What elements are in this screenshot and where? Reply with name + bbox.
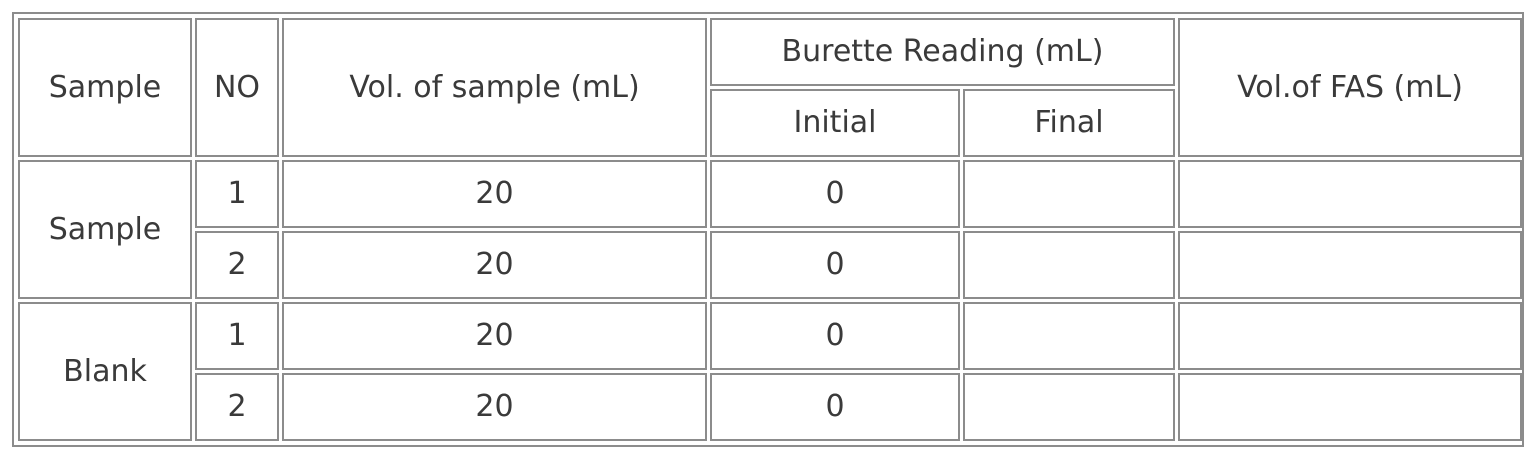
cell-final <box>963 231 1175 299</box>
table-row: 2 20 0 <box>18 231 1522 299</box>
header-row-top: Sample NO Vol. of sample (mL) Burette Re… <box>18 18 1522 157</box>
header-initial: Initial <box>710 89 960 157</box>
cell-initial: 0 <box>710 160 960 228</box>
cell-no: 2 <box>195 373 279 441</box>
cell-vol-fas <box>1178 160 1522 228</box>
cell-initial: 0 <box>710 302 960 370</box>
cell-vol-fas <box>1178 231 1522 299</box>
cell-no: 1 <box>195 302 279 370</box>
titration-table: Sample NO Vol. of sample (mL) Burette Re… <box>15 15 1525 444</box>
cell-vol-sample: 20 <box>282 231 707 299</box>
data-table-container: Sample NO Vol. of sample (mL) Burette Re… <box>12 12 1524 447</box>
header-final: Final <box>963 89 1175 157</box>
cell-vol-fas <box>1178 373 1522 441</box>
cell-vol-sample: 20 <box>282 160 707 228</box>
header-vol-fas: Vol.of FAS (mL) <box>1178 18 1522 157</box>
cell-vol-sample: 20 <box>282 302 707 370</box>
header-no: NO <box>195 18 279 157</box>
cell-initial: 0 <box>710 231 960 299</box>
header-burette-reading: Burette Reading (mL) <box>710 18 1175 86</box>
cell-vol-fas <box>1178 302 1522 370</box>
cell-vol-sample: 20 <box>282 373 707 441</box>
cell-final <box>963 302 1175 370</box>
cell-initial: 0 <box>710 373 960 441</box>
table-row: 2 20 0 <box>18 373 1522 441</box>
cell-no: 2 <box>195 231 279 299</box>
group-label-blank: Blank <box>18 302 192 441</box>
cell-final <box>963 373 1175 441</box>
header-sample: Sample <box>18 18 192 157</box>
header-vol-sample: Vol. of sample (mL) <box>282 18 707 157</box>
table-row: Blank 1 20 0 <box>18 302 1522 441</box>
table-row: Sample 1 20 0 <box>18 160 1522 299</box>
cell-no: 1 <box>195 160 279 228</box>
cell-final <box>963 160 1175 228</box>
group-label-sample: Sample <box>18 160 192 299</box>
